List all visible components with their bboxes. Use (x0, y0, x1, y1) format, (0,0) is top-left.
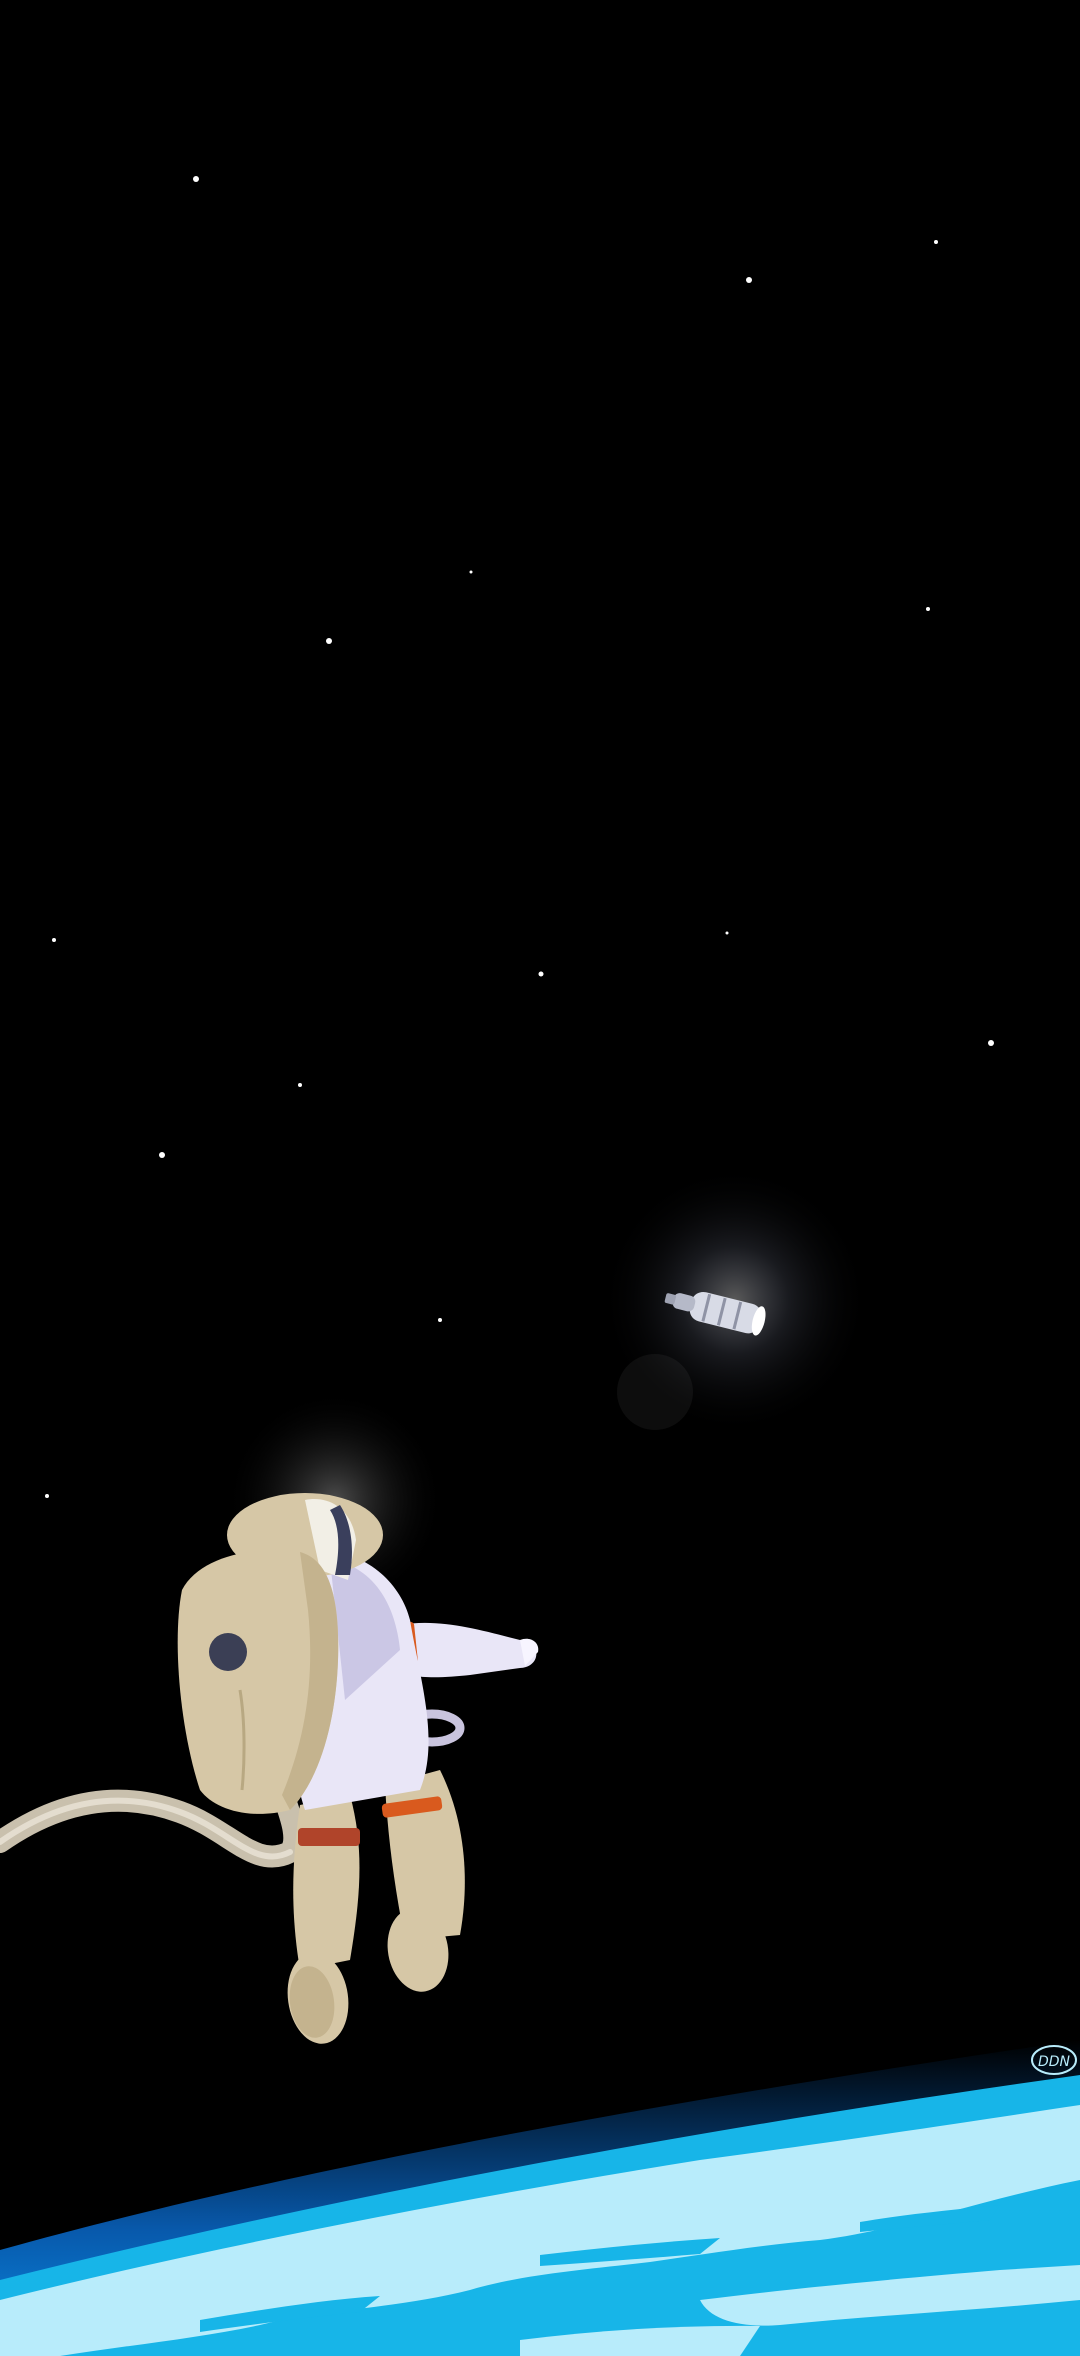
water-bottle (600, 1165, 870, 1435)
space-background (0, 0, 1080, 2356)
svg-text:DDN: DDN (1038, 2054, 1071, 2070)
space-scene: DDN (0, 0, 1080, 2356)
